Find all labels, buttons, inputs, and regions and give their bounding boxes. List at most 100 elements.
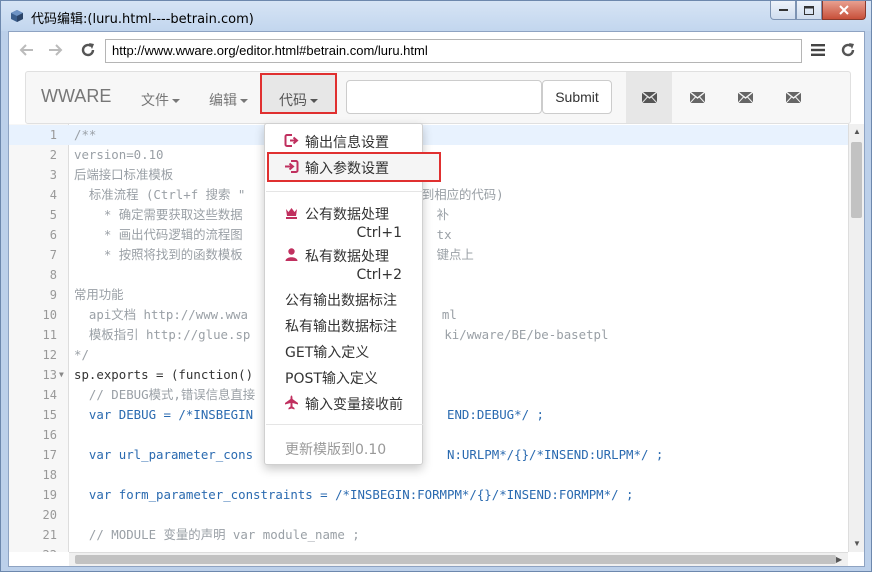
code-line[interactable]: 17 var url_parameter_cons N:URLPM*/{}/*I… <box>9 445 848 465</box>
line-code: 常用功能 <box>74 287 124 302</box>
line-number: 16 <box>42 428 57 442</box>
code-line[interactable]: 18 <box>9 465 848 485</box>
arrow-right-icon <box>49 44 63 56</box>
line-number: 17 <box>42 448 57 462</box>
line-code: sp.exports = (function() <box>74 367 254 382</box>
line-number: 12 <box>42 348 57 362</box>
line-code: // MODULE 变量的声明 var module_name ; <box>74 527 360 542</box>
line-number: 1 <box>49 128 57 142</box>
window-title: 代码编辑:(luru.html----betrain.com) <box>31 12 254 27</box>
code-line[interactable]: 6 * 画出代码逻辑的流程图 tx <box>9 225 848 245</box>
code-line[interactable]: 20 <box>9 505 848 525</box>
code-line[interactable]: 4 标准流程 (Ctrl+f 搜索 " 找到相应的代码) <box>9 185 848 205</box>
dd-item-label: 公有数据处理 <box>305 207 389 223</box>
line-number: 22 <box>9 545 57 552</box>
plane-icon <box>285 395 298 410</box>
code-line[interactable]: 12 */ <box>9 345 848 365</box>
menu-file[interactable]: 文件 <box>141 90 180 110</box>
maximize-icon <box>804 5 814 15</box>
horizontal-scroll-thumb[interactable] <box>75 555 836 564</box>
line-number: 3 <box>49 168 57 182</box>
menu-divider <box>266 424 423 425</box>
code-line[interactable]: 14 // DEBUG模式,错误信息直接 <box>9 385 848 405</box>
close-button[interactable] <box>822 1 866 20</box>
menu-code[interactable]: 代码 <box>260 73 337 114</box>
maximize-button[interactable] <box>796 1 822 20</box>
window-controls <box>770 1 866 21</box>
dd-item-public-data[interactable]: 公有数据处理 Ctrl+1 <box>265 204 422 244</box>
code-line[interactable]: 21 // MODULE 变量的声明 var module_name ; <box>9 525 848 545</box>
navigation-bar: http://www.wware.org/editor.html#betrain… <box>9 32 864 68</box>
vertical-scroll-thumb[interactable] <box>851 142 862 218</box>
line-code: 后端接口标准模板 <box>74 167 174 182</box>
line-number: 5 <box>49 208 57 222</box>
menu-divider <box>266 191 423 192</box>
code-line[interactable]: 13 ▼ sp.exports = (function() <box>9 365 848 385</box>
arrow-left-icon <box>19 44 33 56</box>
app-cube-icon <box>11 10 23 22</box>
sign-out-icon <box>284 134 299 147</box>
menu-edit-label: 编辑 <box>209 92 237 108</box>
sign-in-icon <box>285 160 299 173</box>
browser-menu-button[interactable] <box>809 41 827 59</box>
line-number: 18 <box>42 468 57 482</box>
back-button[interactable] <box>17 41 35 59</box>
line-number: 21 <box>42 528 57 542</box>
reload-button[interactable] <box>79 41 97 59</box>
fold-toggle-icon[interactable]: ▼ <box>59 365 68 385</box>
code-line[interactable]: 5 * 确定需要获取这些数据 补 <box>9 205 848 225</box>
hamburger-icon <box>811 44 825 56</box>
code-line[interactable]: 1 /** <box>9 125 848 145</box>
code-line[interactable]: 10 api文档 http://www.wwa ml <box>9 305 848 325</box>
address-bar[interactable]: http://www.wware.org/editor.html#betrain… <box>105 39 802 63</box>
submit-button[interactable]: Submit <box>542 80 612 114</box>
line-number: 4 <box>49 188 57 202</box>
dd-item-label: 输出信息设置 <box>305 135 389 151</box>
dd-item-label: 私有输出数据标注 <box>285 319 397 335</box>
code-editor[interactable]: 1 /** 2 version=0.10 3 后端接口标准模板 4 标准流程 (Ctrl+f… <box>9 124 848 552</box>
code-line[interactable]: 19 var form_parameter_constraints = /*IN… <box>9 485 848 505</box>
title-bar[interactable]: 代码编辑:(luru.html----betrain.com) <box>1 1 871 31</box>
refresh-button[interactable] <box>839 41 857 59</box>
code-line[interactable]: 11 模板指引 http://glue.sp ki/wware/BE/be-ba… <box>9 325 848 345</box>
horizontal-scrollbar[interactable]: ▶ <box>69 552 848 566</box>
caret-down-icon <box>310 99 318 104</box>
menu-edit[interactable]: 编辑 <box>209 90 248 110</box>
scroll-up-icon[interactable]: ▲ <box>853 127 861 136</box>
menu-code-label: 代码 <box>279 92 307 108</box>
code-line[interactable]: 7 * 按照将找到的函数模板 键点上 <box>9 245 848 265</box>
code-line[interactable]: 8 <box>9 265 848 285</box>
line-number: 20 <box>42 508 57 522</box>
reload-icon <box>841 43 855 57</box>
reload-icon <box>81 43 95 57</box>
browser-window: 代码编辑:(luru.html----betrain.com) http://w… <box>0 0 872 572</box>
minimize-button[interactable] <box>770 1 796 20</box>
envelope-icon <box>737 92 753 103</box>
search-input[interactable] <box>346 80 542 114</box>
line-number: 14 <box>42 388 57 402</box>
line-code: /** <box>74 127 97 142</box>
mail-button-4[interactable] <box>770 72 816 123</box>
code-line[interactable]: 9 常用功能 <box>9 285 848 305</box>
forward-button[interactable] <box>47 41 65 59</box>
dd-item-shortcut: Ctrl+1 <box>356 225 402 241</box>
line-number: 7 <box>49 248 57 262</box>
scroll-down-icon[interactable]: ▼ <box>853 539 861 548</box>
user-icon <box>285 248 298 261</box>
vertical-scrollbar[interactable]: ▲ ▼ <box>848 124 864 552</box>
line-number: 8 <box>49 268 57 282</box>
code-line[interactable]: 15 var DEBUG = /*INSBEGIN END:DEBUG*/ ; <box>9 405 848 425</box>
caret-down-icon <box>240 99 248 104</box>
dd-item-private-data[interactable]: 私有数据处理 Ctrl+2 <box>265 246 422 286</box>
brand-logo[interactable]: WWARE <box>41 86 111 107</box>
mail-button-3[interactable] <box>722 72 768 123</box>
code-line[interactable]: 22 <box>9 545 848 552</box>
mail-button-2[interactable] <box>674 72 720 123</box>
mail-button-1[interactable] <box>626 72 672 123</box>
line-number: 10 <box>42 308 57 322</box>
line-code: // DEBUG模式,错误信息直接 <box>74 387 256 402</box>
line-number: 19 <box>42 488 57 502</box>
code-line[interactable]: 16 <box>9 425 848 445</box>
envelope-icon <box>785 92 801 103</box>
scroll-right-icon[interactable]: ▶ <box>836 555 842 564</box>
